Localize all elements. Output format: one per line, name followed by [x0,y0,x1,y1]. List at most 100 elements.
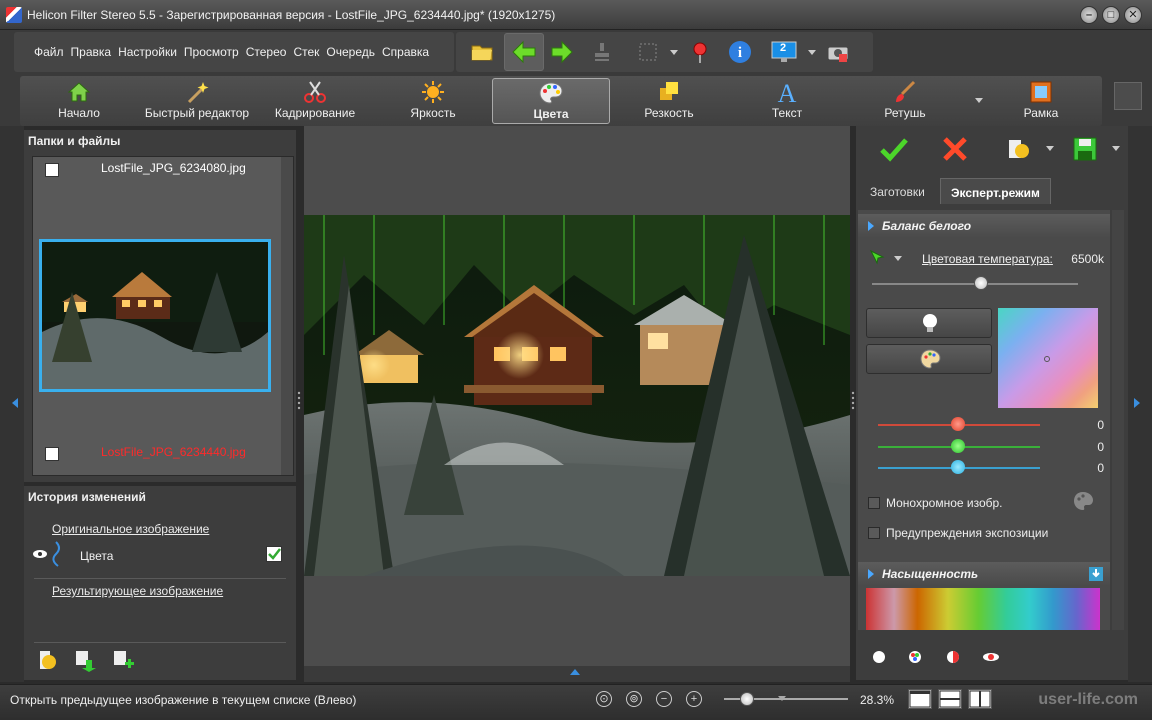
forward-arrow-icon[interactable] [550,40,574,64]
blue-slider-knob[interactable] [951,460,965,474]
file-name[interactable]: LostFile_JPG_6234080.jpg [101,161,246,175]
red-eye-icon[interactable] [982,650,1000,664]
right-collapse-strip[interactable] [1128,126,1152,682]
presets-icon[interactable] [1006,136,1032,162]
tab-text[interactable]: A Текст [728,78,846,124]
save-icon[interactable] [1072,136,1098,162]
menu-help[interactable]: Справка [382,45,429,59]
back-button[interactable] [504,33,544,71]
menu-stack[interactable]: Стек [293,45,319,59]
expand-bottom-icon[interactable] [570,669,580,675]
cancel-cross-icon[interactable] [942,136,968,162]
history-panel: История изменений Оригинальное изображен… [24,486,296,680]
monochrome-option[interactable]: Монохромное изобр. [868,496,1003,510]
menu-file[interactable]: Файл [34,45,64,59]
camera-icon[interactable] [826,40,850,64]
status-bar: Открыть предыдущее изображение в текущем… [0,684,1152,720]
fit-screen-button[interactable]: ⊙ [596,691,612,707]
maximize-button[interactable]: □ [1102,6,1120,24]
save-dropdown-icon[interactable] [1112,146,1120,151]
history-add-icon[interactable] [110,648,134,672]
temperature-label[interactable]: Цветовая температура: [922,252,1053,266]
viewport-bottom-bar[interactable] [304,666,850,682]
open-folder-icon[interactable] [470,40,494,64]
collapse-left-icon[interactable] [12,398,18,408]
green-slider-knob[interactable] [951,439,965,453]
image-viewport[interactable] [304,126,850,682]
tab-brightness[interactable]: Яркость [374,78,492,124]
split-vertical-button[interactable] [968,689,992,709]
selection-icon[interactable] [636,40,660,64]
original-image-link[interactable]: Оригинальное изображение [52,522,209,536]
file-checkbox[interactable] [45,447,59,461]
white-circle-icon[interactable] [872,650,886,664]
file-list-scrollbar[interactable] [281,157,293,475]
file-thumbnail[interactable] [39,239,271,392]
file-checkbox[interactable] [45,163,59,177]
white-balance-header[interactable]: Баланс белого [858,214,1110,238]
tab-frame[interactable]: Рамка [982,78,1100,124]
tab-sharpness[interactable]: Резкость [610,78,728,124]
result-image-link[interactable]: Результирующее изображение [52,584,223,598]
zoom-slider-knob[interactable] [740,692,754,706]
minimize-button[interactable]: – [1080,6,1098,24]
eyedropper-icon[interactable] [868,248,886,266]
menu-view[interactable]: Просмотр [184,45,239,59]
menu-edit[interactable]: Правка [71,45,112,59]
history-down-icon[interactable] [72,648,96,672]
stereo-dropdown-icon[interactable] [808,50,816,55]
saturation-header[interactable]: Насыщенность [858,562,1110,586]
split-horizontal-button[interactable] [938,689,962,709]
monochrome-palette-icon [1074,492,1093,510]
menu-settings[interactable]: Настройки [118,45,177,59]
stereo-monitor-icon[interactable]: 2 [770,40,798,64]
tab-crop[interactable]: Кадрирование [256,78,374,124]
stamp-icon[interactable] [590,40,614,64]
temperature-slider-knob[interactable] [974,276,988,290]
color-picker-marker[interactable] [1044,356,1050,362]
pin-icon[interactable] [688,40,712,64]
saturation-download-icon[interactable] [1088,566,1104,582]
pick-white-button[interactable] [866,308,992,338]
red-slider-knob[interactable] [951,417,965,431]
menu-stereo[interactable]: Стерео [246,45,287,59]
zoom-value: 28.3% [860,693,895,707]
zoom-in-button[interactable]: + [686,691,702,707]
selection-dropdown-icon[interactable] [670,50,678,55]
history-step-checkbox[interactable] [266,546,282,562]
current-file-name[interactable]: LostFile_JPG_6234440.jpg [101,445,246,459]
tabs-overflow-button[interactable] [1114,82,1142,110]
eye-icon[interactable] [32,548,48,558]
zoom-out-button[interactable]: − [656,691,672,707]
presets-dropdown-icon[interactable] [1046,146,1054,151]
half-red-circle-icon[interactable] [946,650,960,664]
monochrome-checkbox[interactable] [868,497,880,509]
left-splitter-handle[interactable] [296,390,302,412]
exposure-warnings-option[interactable]: Предупреждения экспозиции [868,526,1048,540]
info-icon[interactable]: i [728,40,752,64]
adjustments-content: Баланс белого Цветовая температура: 6500… [858,210,1110,630]
menu-queue[interactable]: Очередь [326,45,375,59]
color-balance-picker[interactable] [998,308,1098,408]
tab-home[interactable]: Начало [20,78,138,124]
watermark-text: user-life.com [1038,691,1138,708]
saturation-spectrum[interactable] [866,588,1100,630]
apply-checkmark-icon[interactable] [880,136,908,162]
left-collapse-strip[interactable] [0,126,24,682]
tab-presets[interactable]: Заготовки [860,178,935,204]
close-button[interactable]: ✕ [1124,6,1142,24]
collapse-right-icon[interactable] [1134,398,1140,408]
actual-size-button[interactable]: ⊚ [626,691,642,707]
tab-retouch[interactable]: Ретушь [846,78,964,124]
single-view-button[interactable] [908,689,932,709]
tab-quick-editor[interactable]: Быстрый редактор [138,78,256,124]
exposure-warnings-checkbox[interactable] [868,527,880,539]
history-step-colors[interactable]: Цвета [80,549,113,563]
tab-colors[interactable]: Цвета [492,78,610,124]
adjustments-scrollbar[interactable] [1112,210,1124,630]
color-wheel-icon[interactable] [908,650,922,664]
tab-expert-mode[interactable]: Эксперт.режим [940,178,1051,204]
rotate-image-icon[interactable] [34,648,58,672]
pick-color-button[interactable] [866,344,992,374]
eyedropper-dropdown-icon[interactable] [894,256,902,261]
